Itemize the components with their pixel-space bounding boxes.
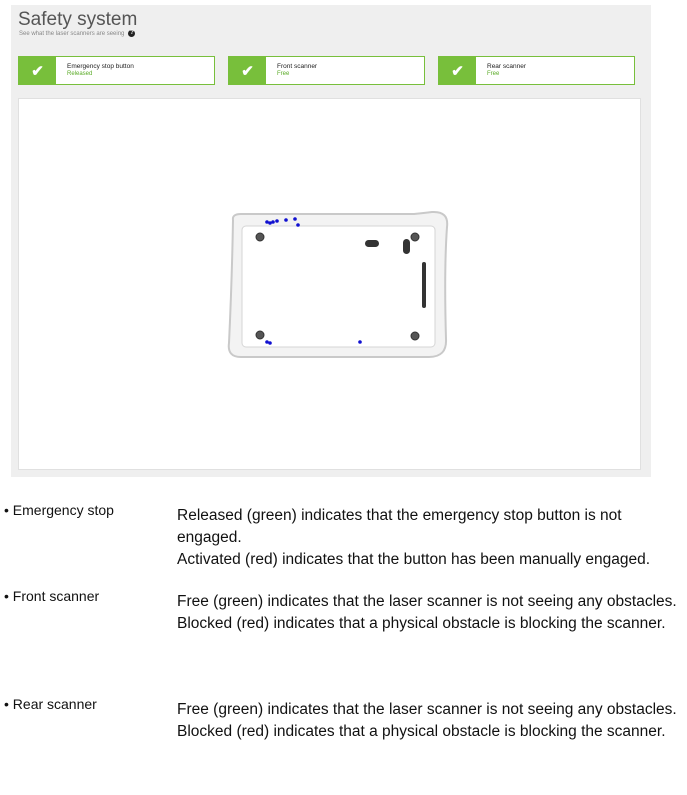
wheel-icon: [410, 232, 420, 242]
status-value: Released: [67, 71, 93, 77]
power-button-icon: [365, 240, 379, 247]
legend-line: Activated (red) indicates that the butto…: [177, 551, 651, 568]
legend-label: • Emergency stop: [4, 502, 114, 518]
scan-point: [268, 341, 272, 345]
page-subtitle: See what the laser scanners are seeing ?: [19, 30, 136, 37]
emergency-stop-status-card: ✔ Emergency stop button Released: [18, 56, 215, 85]
legend-label: • Front scanner: [4, 588, 100, 604]
status-name: Emergency stop button: [67, 63, 134, 70]
legend-line: Blocked (red) indicates that a physical …: [177, 615, 666, 632]
scan-point: [275, 219, 279, 223]
wheel-icon: [255, 232, 265, 242]
check-icon: ✔: [229, 57, 266, 84]
legend-description: Free (green) indicates that the laser sc…: [177, 699, 685, 743]
legend-line: Released (green) indicates that the emer…: [177, 507, 622, 546]
subtitle-text: See what the laser scanners are seeing: [19, 30, 125, 37]
side-bumper-strip: [422, 262, 426, 308]
scan-point: [293, 217, 297, 221]
check-icon: ✔: [439, 57, 476, 84]
help-circle-icon[interactable]: ?: [128, 30, 136, 37]
status-value: Free: [487, 71, 500, 77]
legend-label: • Rear scanner: [4, 696, 97, 712]
legend-line: Blocked (red) indicates that a physical …: [177, 723, 666, 740]
legend-line: Free (green) indicates that the laser sc…: [177, 701, 677, 718]
status-name: Rear scanner: [487, 63, 527, 70]
safety-system-panel: Safety system See what the laser scanner…: [11, 5, 651, 477]
scan-point: [271, 220, 275, 224]
rear-scanner-status-card: ✔ Rear scanner Free: [438, 56, 635, 85]
charging-port-icon: [403, 239, 410, 254]
scan-point: [296, 223, 300, 227]
status-name: Front scanner: [277, 63, 318, 70]
legend-description: Released (green) indicates that the emer…: [177, 505, 685, 571]
laser-scanner-view[interactable]: [18, 98, 641, 470]
scan-point: [358, 340, 362, 344]
wheel-icon: [255, 330, 265, 340]
scan-point: [284, 218, 288, 222]
check-icon: ✔: [19, 57, 56, 84]
front-scanner-status-card: ✔ Front scanner Free: [228, 56, 425, 85]
status-value: Free: [277, 71, 290, 77]
page-title: Safety system: [18, 9, 138, 30]
wheel-icon: [410, 331, 420, 341]
legend-line: Free (green) indicates that the laser sc…: [177, 593, 677, 610]
robot-scan-canvas: [227, 210, 449, 358]
legend-description: Free (green) indicates that the laser sc…: [177, 591, 685, 635]
